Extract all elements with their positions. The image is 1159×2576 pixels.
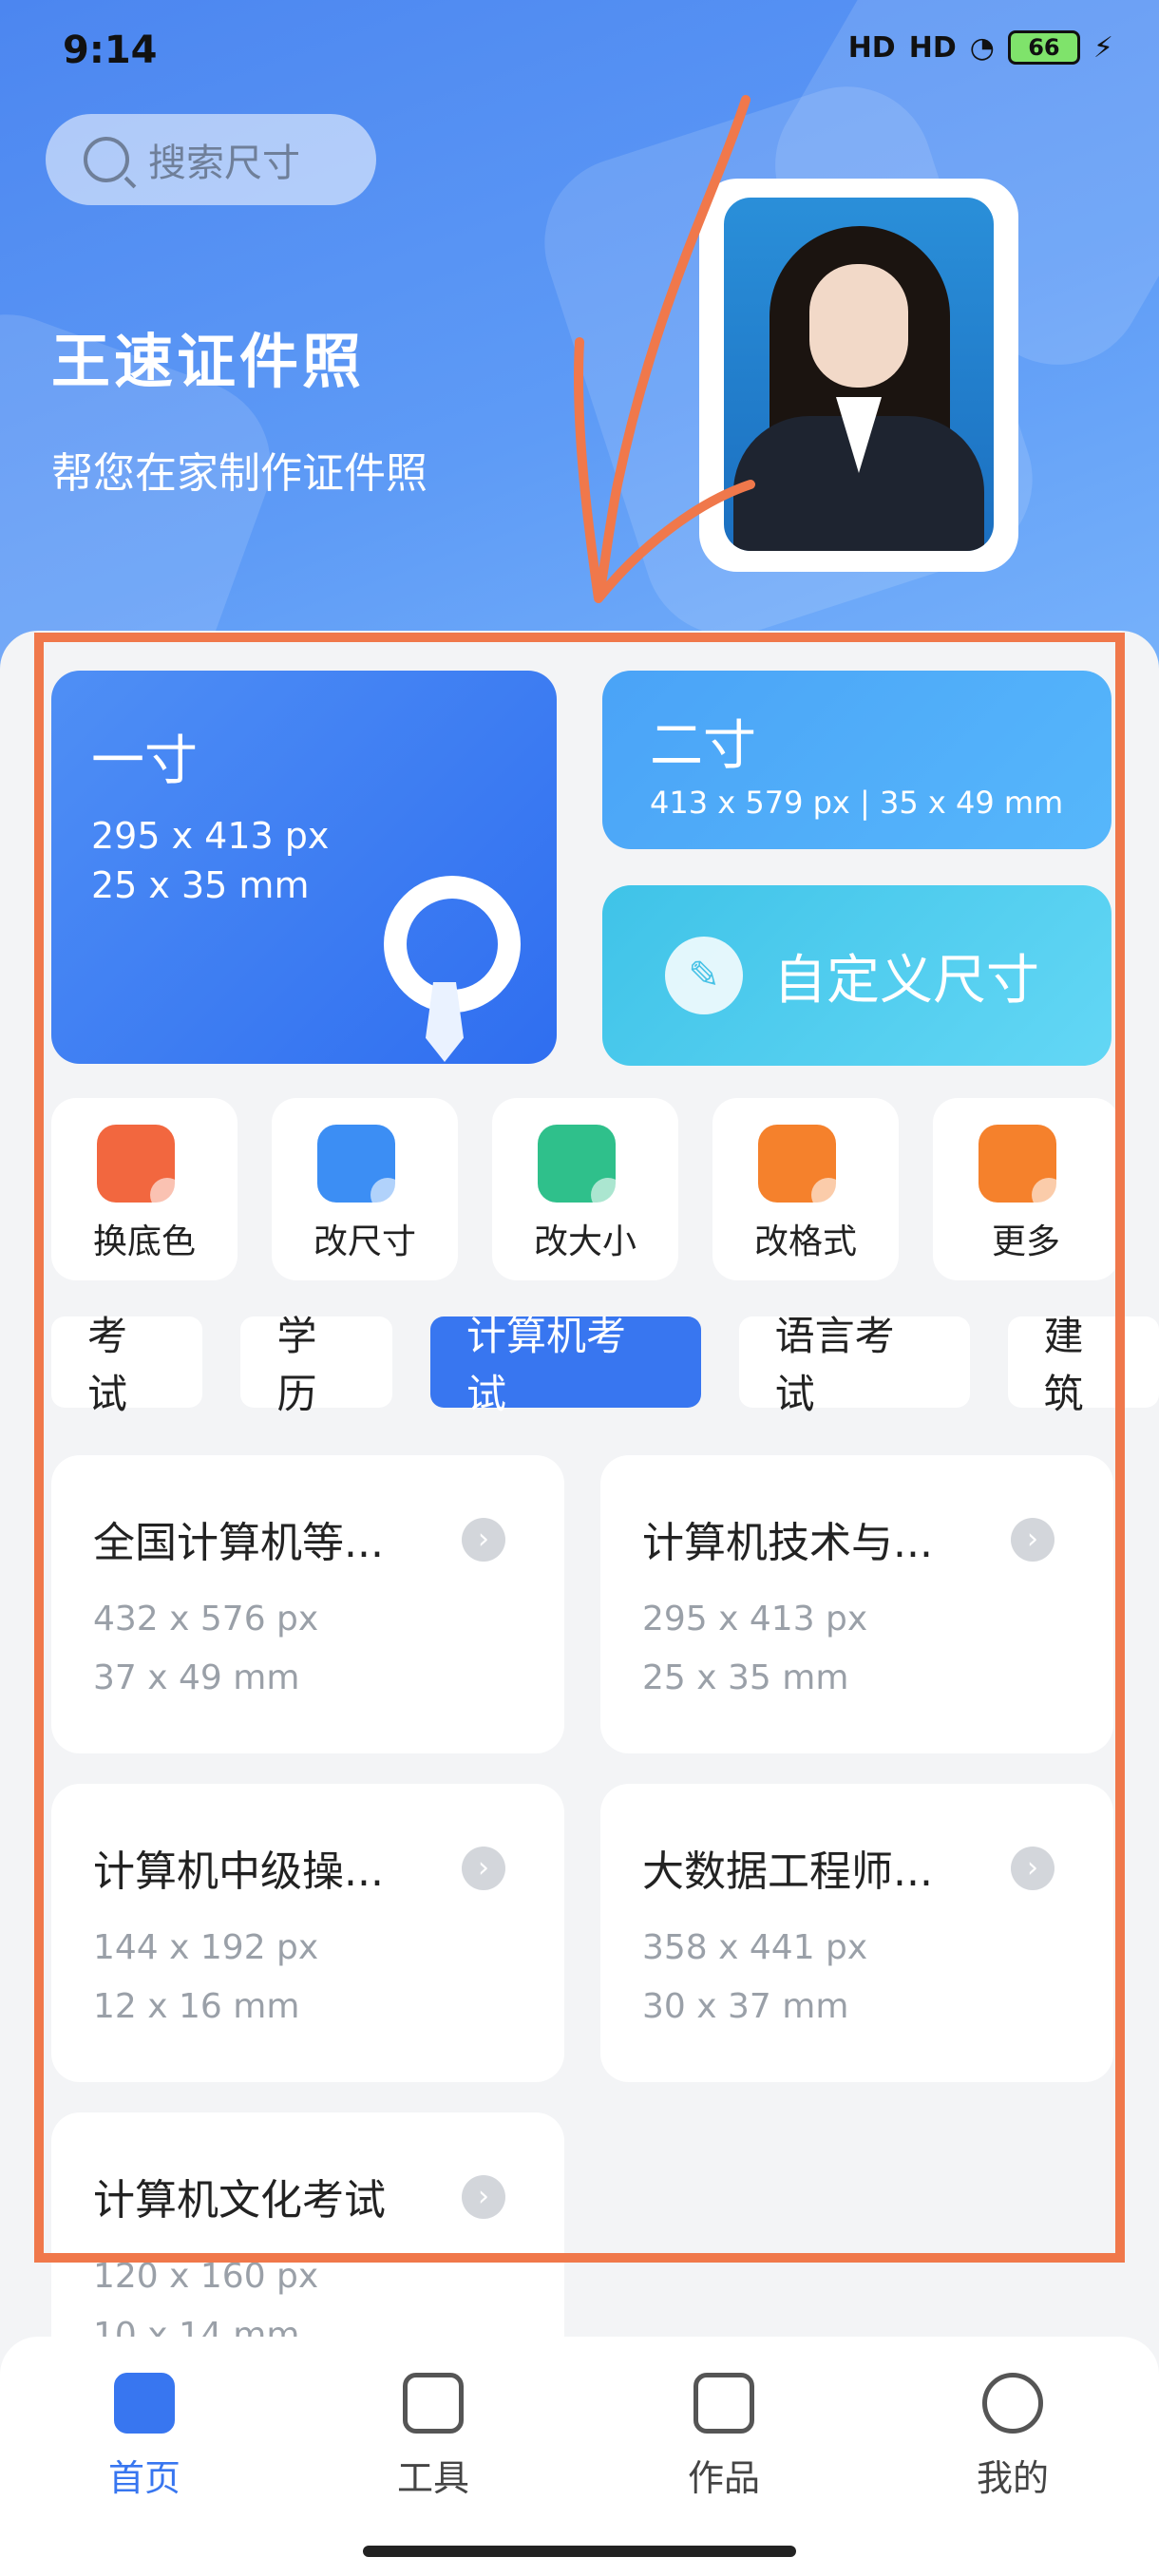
tab-computer-exam[interactable]: 计算机考试 <box>429 1313 701 1417</box>
tool-change-background[interactable]: 换底色 <box>51 1098 238 1280</box>
item-title: 计算机中级操... <box>93 1847 384 1896</box>
item-title: 全国计算机等... <box>93 1519 384 1567</box>
item-px: 358 x 441 px <box>642 1928 868 1967</box>
pencil-icon: ✎ <box>665 937 743 1014</box>
search-input[interactable]: 搜索尺寸 <box>46 114 376 205</box>
tab-language-exam[interactable]: 语言考试 <box>738 1313 970 1417</box>
tool-label: 改格式 <box>753 1222 857 1261</box>
size-mm: 25 x 35 mm <box>91 864 310 906</box>
search-icon <box>84 137 129 182</box>
item-px: 144 x 192 px <box>93 1928 319 1967</box>
app-title: 王速证件照 <box>51 327 366 396</box>
tool-resize[interactable]: 改尺寸 <box>272 1098 458 1280</box>
list-item[interactable]: 大数据工程师... › 358 x 441 px 30 x 37 mm <box>600 1784 1113 2082</box>
tab-education[interactable]: 学历 <box>240 1313 392 1417</box>
nav-home[interactable]: 首页 <box>68 2373 220 2501</box>
custom-size-label: 自定义尺寸 <box>773 949 1039 1012</box>
tab-construction[interactable]: 建筑 <box>1007 1313 1159 1417</box>
size-card-two-inch[interactable]: 二寸 413 x 579 px | 35 x 49 mm <box>602 671 1112 849</box>
item-px: 432 x 576 px <box>93 1600 319 1638</box>
tool-file-size[interactable]: 改大小 <box>492 1098 678 1280</box>
chevron-right-icon: › <box>1011 1847 1054 1890</box>
list-item[interactable]: 计算机中级操... › 144 x 192 px 12 x 16 mm <box>51 1784 564 2082</box>
tab-exam[interactable]: 考试 <box>51 1313 203 1417</box>
tool-format[interactable]: 改格式 <box>712 1098 899 1280</box>
size-spec: 413 x 579 px | 35 x 49 mm <box>650 785 1064 821</box>
background-color-icon <box>97 1125 184 1212</box>
profile-icon <box>982 2373 1043 2434</box>
wifi-icon: ◔ <box>969 30 995 65</box>
charging-icon: ⚡ <box>1092 30 1113 65</box>
item-mm: 25 x 35 mm <box>642 1658 849 1697</box>
category-tabs: 考试 学历 计算机考试 语言考试 建筑 <box>51 1313 1159 1417</box>
bottom-nav: 首页 工具 作品 我的 <box>0 2337 1159 2576</box>
nav-profile[interactable]: 我的 <box>937 2373 1089 2501</box>
nav-tools[interactable]: 工具 <box>357 2373 509 2501</box>
size-name: 二寸 <box>650 715 756 777</box>
status-icons: HD HD ◔ 66 ⚡ <box>848 30 1113 65</box>
chevron-right-icon: › <box>462 2175 505 2219</box>
more-grid-icon <box>978 1125 1066 1212</box>
item-mm: 12 x 16 mm <box>93 1987 300 2026</box>
app-subtitle: 帮您在家制作证件照 <box>51 449 428 498</box>
item-px: 295 x 413 px <box>642 1600 868 1638</box>
format-icon <box>758 1125 846 1212</box>
annotation-arrow <box>574 95 755 603</box>
signal-icon-2: HD <box>908 30 957 65</box>
hero-banner: 9:14 HD HD ◔ 66 ⚡ 搜索尺寸 王速证件照 帮您在家制作证件照 <box>0 0 1159 722</box>
status-time: 9:14 <box>63 28 158 72</box>
item-title: 计算机文化考试 <box>93 2176 386 2225</box>
home-icon <box>114 2373 175 2434</box>
nav-label: 首页 <box>107 2457 180 2499</box>
folder-icon <box>694 2373 754 2434</box>
file-size-icon <box>538 1125 625 1212</box>
tool-more[interactable]: 更多 <box>933 1098 1119 1280</box>
item-title: 大数据工程师... <box>642 1847 933 1896</box>
toolbox-icon <box>403 2373 464 2434</box>
nav-label: 我的 <box>976 2457 1049 2499</box>
size-card-one-inch[interactable]: 一寸 295 x 413 px 25 x 35 mm <box>51 671 557 1064</box>
item-mm: 30 x 37 mm <box>642 1987 849 2026</box>
item-title: 计算机技术与... <box>642 1519 933 1567</box>
tool-label: 改尺寸 <box>313 1222 416 1261</box>
size-px: 295 x 413 px <box>91 815 330 857</box>
tool-label: 改大小 <box>533 1222 636 1261</box>
tool-label: 更多 <box>991 1222 1060 1261</box>
item-mm: 37 x 49 mm <box>93 1658 300 1697</box>
search-placeholder: 搜索尺寸 <box>148 142 300 185</box>
home-indicator[interactable] <box>363 2546 796 2557</box>
tool-label: 换底色 <box>92 1222 196 1261</box>
chevron-right-icon: › <box>1011 1518 1054 1562</box>
sample-id-photo <box>724 198 994 551</box>
signal-icon: HD <box>847 30 896 65</box>
custom-size-button[interactable]: ✎ 自定义尺寸 <box>602 885 1112 1066</box>
battery-icon: 66 <box>1007 30 1080 65</box>
list-item[interactable]: 全国计算机等... › 432 x 576 px 37 x 49 mm <box>51 1455 564 1753</box>
list-item[interactable]: 计算机技术与... › 295 x 413 px 25 x 35 mm <box>600 1455 1113 1753</box>
tool-row: 换底色 改尺寸 改大小 改格式 更多 <box>51 1098 1119 1280</box>
size-name: 一寸 <box>91 730 198 792</box>
nav-works[interactable]: 作品 <box>648 2373 800 2501</box>
chevron-right-icon: › <box>462 1847 505 1890</box>
nav-label: 工具 <box>396 2457 469 2499</box>
chevron-right-icon: › <box>462 1518 505 1562</box>
nav-label: 作品 <box>687 2457 760 2499</box>
item-px: 120 x 160 px <box>93 2257 319 2296</box>
resize-icon <box>317 1125 405 1212</box>
